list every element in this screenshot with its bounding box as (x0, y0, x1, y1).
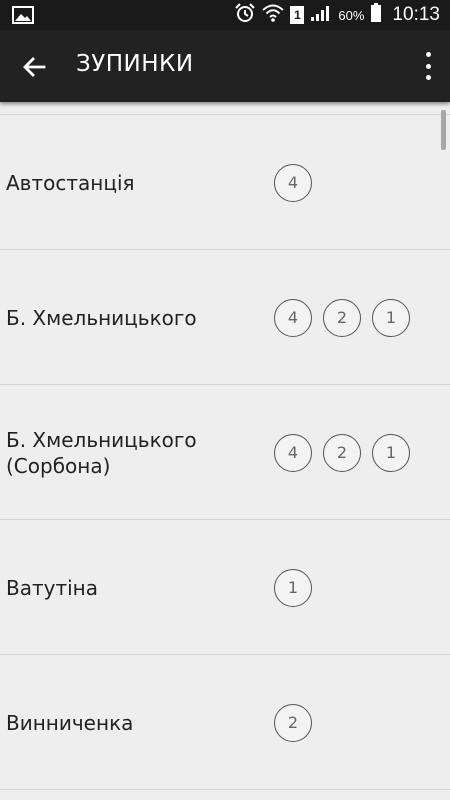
stop-row[interactable]: Ватутіна 1 (0, 520, 450, 655)
route-badge[interactable]: 2 (323, 298, 361, 337)
route-badge[interactable]: 1 (274, 568, 312, 607)
wifi-icon (262, 3, 285, 27)
route-badges: 4 (274, 115, 312, 250)
route-badges: 1 (274, 520, 312, 655)
alarm-icon (234, 2, 256, 28)
stop-name: Б. Хмельницького (6, 305, 197, 330)
stop-name: Винниченка (6, 710, 134, 735)
battery-icon (370, 3, 382, 27)
route-badge[interactable]: 4 (274, 163, 312, 202)
route-badge[interactable]: 4 (274, 298, 312, 337)
page-title: ЗУПИНКИ (76, 51, 194, 77)
more-vert-icon[interactable] (422, 52, 434, 80)
stops-list[interactable]: Автовокзал Автостанція 4 Б. Хмельницьког… (0, 30, 450, 800)
route-badges: 4 2 1 (274, 250, 410, 385)
stop-row[interactable]: Винниченка 2 (0, 655, 450, 790)
route-badges: 2 (274, 655, 312, 790)
stop-row[interactable]: Б. Хмельницького 4 2 1 (0, 250, 450, 385)
route-badge[interactable]: 1 (372, 433, 410, 472)
route-badge[interactable]: 1 (372, 298, 410, 337)
stop-name: Б. Хмельницького (Сорбона) (6, 427, 197, 478)
clock: 10:13 (392, 4, 440, 25)
app-toolbar: ЗУПИНКИ (0, 30, 450, 102)
stop-row[interactable]: Автостанція 4 (0, 115, 450, 250)
image-icon (12, 6, 34, 28)
route-badges: 4 2 1 (274, 385, 410, 520)
arrow-left-icon (23, 57, 46, 77)
route-badge[interactable]: 4 (274, 433, 312, 472)
sim-icon: 1 (290, 6, 305, 24)
battery-percent: 60% (338, 7, 365, 23)
route-badge[interactable]: 2 (274, 703, 312, 742)
stop-name: Ватутіна (6, 575, 99, 600)
stop-name: Автостанція (6, 170, 135, 195)
route-badge[interactable]: 2 (323, 433, 361, 472)
stops-rows: Автовокзал Автостанція 4 Б. Хмельницьког… (0, 30, 450, 790)
signal-icon (310, 4, 332, 26)
status-bar: 1 60% 10:13 (0, 0, 450, 30)
stop-row[interactable]: Б. Хмельницького (Сорбона) 4 2 1 (0, 385, 450, 520)
scrollbar[interactable] (441, 110, 446, 150)
back-button[interactable] (18, 50, 52, 84)
